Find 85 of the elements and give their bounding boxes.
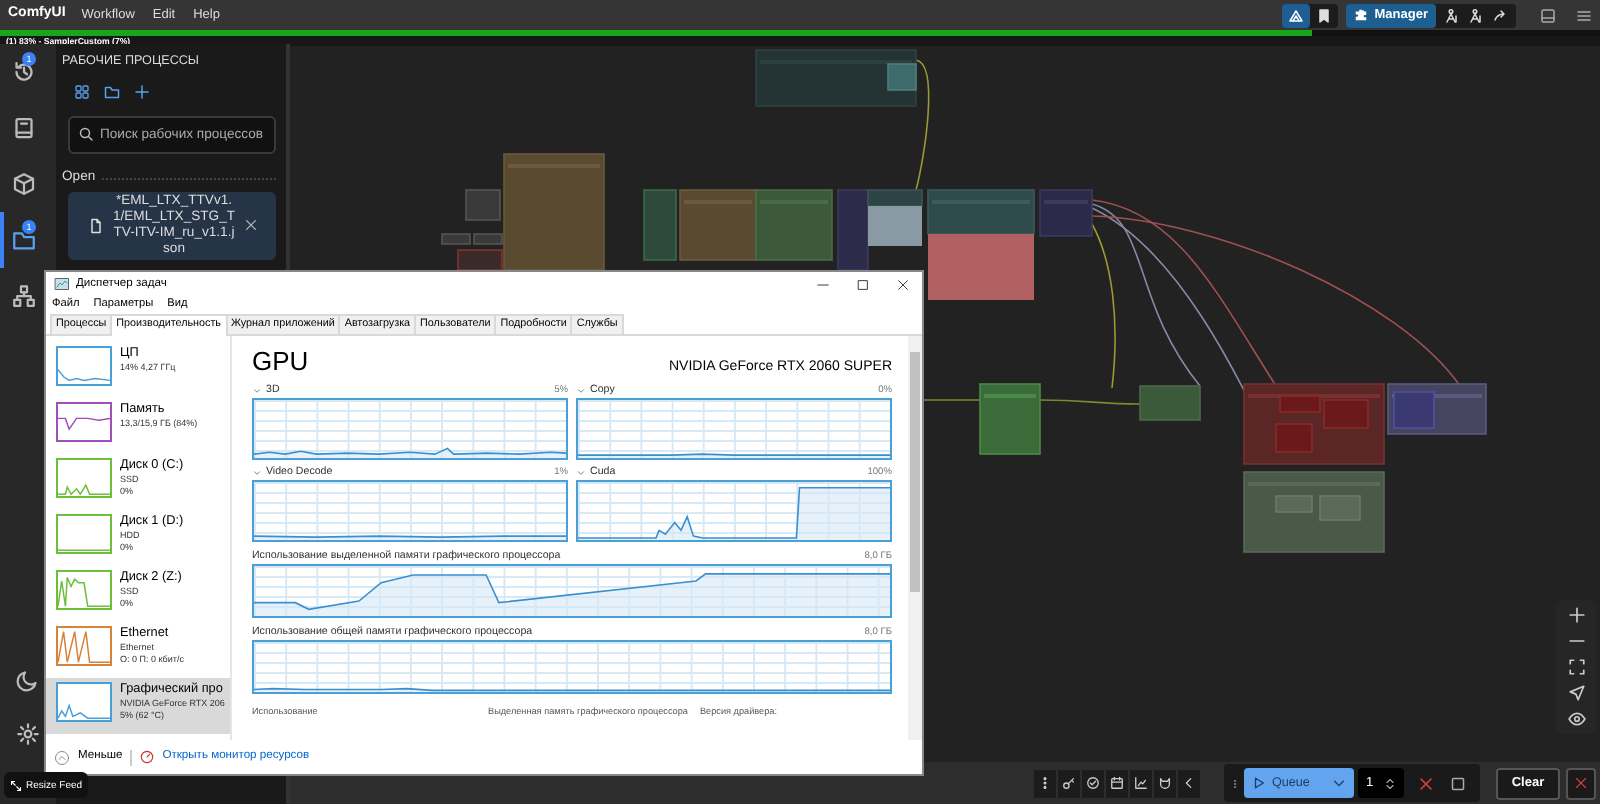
fullscreen-icon[interactable] — [1567, 658, 1585, 676]
stop-icon[interactable] — [1450, 775, 1466, 791]
moon-icon[interactable] — [16, 667, 40, 691]
graph-node[interactable] — [1275, 495, 1313, 513]
app-icon — [54, 276, 70, 292]
chevron-down-icon[interactable] — [576, 468, 586, 478]
photo-placeholder — [868, 206, 922, 246]
graph-node[interactable] — [503, 153, 605, 271]
chevron-up-icon[interactable] — [54, 749, 70, 765]
gauge-icon — [140, 750, 155, 764]
chevron-down-icon[interactable] — [252, 468, 262, 478]
close-icon[interactable] — [244, 218, 258, 233]
spinner-arrows-icon[interactable] — [1383, 773, 1396, 793]
send-icon[interactable] — [1567, 684, 1585, 702]
graph-node[interactable] — [679, 189, 757, 261]
cancel-icon[interactable] — [1418, 775, 1434, 791]
resize-icon — [10, 779, 22, 791]
folder-icon[interactable] — [104, 83, 120, 100]
share-icon[interactable] — [1492, 7, 1508, 23]
graph-node[interactable] — [837, 189, 869, 271]
toolbar-button[interactable] — [1106, 769, 1128, 797]
toolbar-button[interactable] — [1034, 769, 1056, 797]
key-icon — [1062, 776, 1076, 790]
graph-node[interactable] — [755, 49, 917, 107]
check-circle-icon — [1086, 776, 1100, 790]
chevron-left-icon — [1182, 776, 1196, 790]
graph-node[interactable] — [643, 189, 677, 261]
graph-node[interactable] — [1279, 395, 1321, 413]
play-icon — [1252, 776, 1266, 790]
cat-head-icon — [1158, 776, 1172, 790]
bookmark-icon — [1316, 7, 1333, 23]
toolbar-button[interactable] — [1154, 769, 1176, 797]
figure-icon[interactable] — [1468, 7, 1484, 23]
close-icon — [1574, 776, 1588, 790]
graph-node[interactable] — [1275, 423, 1313, 453]
grid-icon[interactable] — [74, 83, 90, 100]
toolbar-button[interactable] — [1178, 769, 1200, 797]
graph-node[interactable] — [1323, 399, 1369, 429]
chevron-down-icon[interactable] — [252, 386, 262, 396]
plus-icon[interactable] — [134, 83, 150, 100]
close-button[interactable] — [1566, 767, 1596, 799]
graph-node[interactable] — [867, 189, 923, 207]
search-icon — [78, 125, 94, 142]
zoom-in-icon[interactable] — [1567, 606, 1585, 624]
gpu-title: GPU — [252, 346, 309, 378]
graph-node[interactable] — [1039, 189, 1093, 237]
more-icon — [1038, 776, 1052, 790]
settings-icon[interactable] — [16, 721, 40, 745]
graph-node[interactable] — [1319, 495, 1361, 521]
scrollbar[interactable] — [908, 336, 922, 740]
menu-icon[interactable] — [1576, 7, 1592, 23]
toolbar-button[interactable] — [1058, 769, 1080, 797]
calendar-icon — [1110, 776, 1124, 790]
graph-node[interactable] — [465, 189, 501, 221]
connection-wire — [915, 59, 930, 191]
toolbar-button[interactable] — [1130, 769, 1152, 797]
graph-node[interactable] — [457, 249, 503, 271]
chevron-down-icon[interactable] — [576, 386, 586, 396]
chart-icon — [1134, 776, 1148, 790]
photo-placeholder — [928, 234, 1034, 300]
triangle-icon — [1288, 7, 1305, 23]
node-tree-icon — [12, 284, 36, 308]
graph-node[interactable] — [927, 189, 1035, 235]
close-icon[interactable] — [896, 277, 910, 291]
puzzle-icon — [1354, 8, 1369, 22]
panel-icon[interactable] — [1540, 7, 1556, 23]
caret-icon[interactable] — [1332, 776, 1346, 790]
graph-node[interactable] — [979, 383, 1041, 455]
maximize-icon[interactable] — [856, 277, 870, 291]
history-icon — [12, 60, 36, 84]
graph-node[interactable] — [441, 233, 471, 245]
book-icon — [12, 116, 36, 140]
folder-icon — [12, 228, 36, 252]
figure-icon[interactable] — [1444, 7, 1460, 23]
eye-icon[interactable] — [1567, 710, 1585, 728]
connection-wire — [923, 399, 981, 401]
toolbar-button[interactable] — [1082, 769, 1104, 797]
graph-node[interactable] — [1139, 385, 1201, 421]
graph-node[interactable] — [887, 63, 917, 91]
graph-node[interactable] — [1393, 391, 1435, 429]
graph-node[interactable] — [473, 233, 503, 245]
cube-icon — [12, 172, 36, 196]
graph-node[interactable] — [755, 189, 833, 261]
toolbar-toggle[interactable] — [1282, 3, 1311, 27]
file-icon — [88, 217, 104, 234]
